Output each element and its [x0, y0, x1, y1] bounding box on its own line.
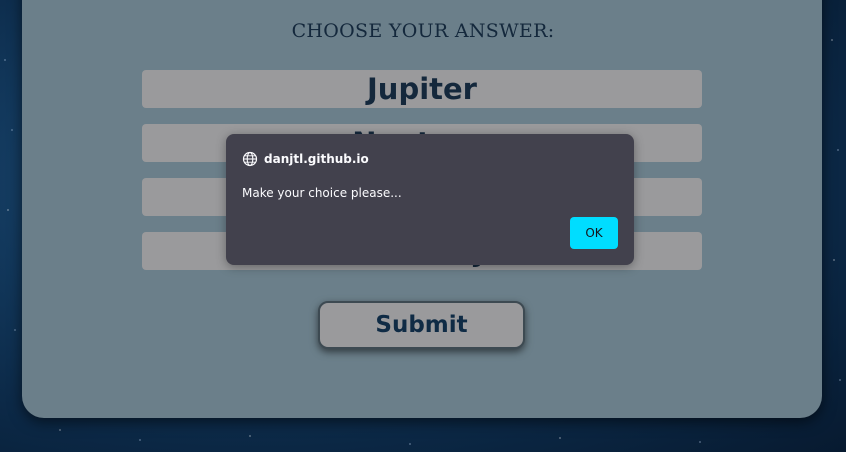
dialog-origin-text: danjtl.github.io	[264, 152, 369, 166]
dialog-origin: danjtl.github.io	[242, 151, 369, 167]
ok-button[interactable]: OK	[570, 217, 618, 249]
alert-dialog: danjtl.github.io Make your choice please…	[226, 134, 634, 265]
dialog-message: Make your choice please...	[242, 186, 402, 200]
answer-option-1[interactable]: Jupiter	[142, 70, 702, 108]
globe-icon	[242, 151, 258, 167]
submit-button[interactable]: Submit	[318, 301, 525, 349]
quiz-heading: CHOOSE YOUR ANSWER:	[291, 20, 555, 42]
